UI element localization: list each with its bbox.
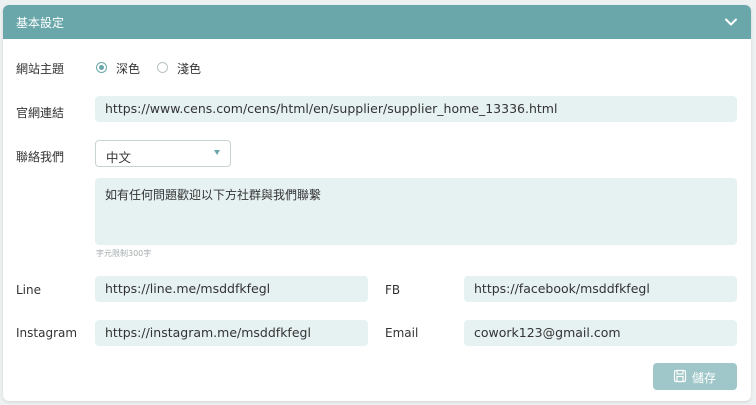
panel-header[interactable]: 基本設定 [3,5,751,39]
line-label: Line [16,283,42,297]
save-button-label: 儲存 [692,371,717,385]
theme-light-label[interactable]: 淺色 [177,60,201,77]
language-select[interactable]: 中文 [95,140,231,167]
instagram-label: Instagram [16,326,78,340]
fb-url-input[interactable]: https://facebook/msddfkfegl [464,276,737,302]
language-select-value: 中文 [106,150,132,165]
contact-message-textarea[interactable]: 如有任何問題歡迎以下方社群與我們聯繫 [95,178,737,245]
instagram-url-input[interactable]: https://instagram.me/msddfkfegl [95,320,368,346]
caret-down-icon [214,150,220,155]
panel-title: 基本設定 [16,16,65,30]
contact-label: 聯絡我們 [16,150,65,164]
line-url-input[interactable]: https://line.me/msddfkfegl [95,276,368,302]
email-label: Email [385,326,419,340]
theme-dark-radio[interactable] [96,62,107,73]
theme-dark-label[interactable]: 深色 [116,60,140,77]
fb-label: FB [385,283,401,297]
email-input[interactable]: cowork123@gmail.com [464,320,737,346]
save-icon [673,369,687,383]
basic-settings-panel: 基本設定 網站主題 深色 淺色 官網連結 https://www.cens.co… [3,5,751,401]
chevron-down-icon[interactable] [723,14,739,30]
theme-light-radio[interactable] [157,62,168,73]
website-url-input[interactable]: https://www.cens.com/cens/html/en/suppli… [95,96,737,122]
theme-label: 網站主題 [16,62,65,76]
char-limit-hint: 字元限制300字 [96,249,152,258]
save-button[interactable]: 儲存 [653,363,737,390]
website-label: 官網連結 [16,106,65,120]
